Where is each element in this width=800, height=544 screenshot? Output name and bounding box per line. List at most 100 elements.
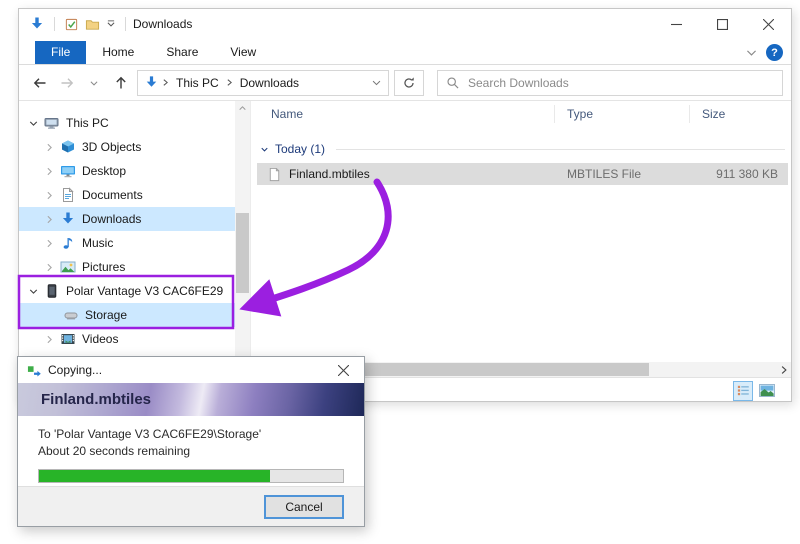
file-icon	[267, 167, 282, 182]
progress-fill	[39, 470, 270, 482]
file-type: MBTILES File	[557, 167, 694, 181]
dialog-close-button[interactable]	[330, 357, 356, 383]
scroll-right-icon[interactable]	[776, 362, 791, 377]
close-button[interactable]	[745, 9, 791, 39]
group-divider	[336, 149, 785, 150]
scroll-up-icon[interactable]	[235, 101, 250, 116]
downloads-icon	[60, 211, 76, 227]
column-header-type[interactable]: Type	[555, 105, 690, 123]
group-collapse-icon[interactable]	[259, 144, 270, 155]
sidebar-item-label: This PC	[63, 116, 109, 130]
sidebar-item-label: Desktop	[79, 164, 126, 178]
address-bar[interactable]: This PC Downloads	[137, 70, 389, 96]
sidebar-item-music[interactable]: Music	[19, 231, 235, 255]
sidebar-item-this-pc[interactable]: This PC	[19, 111, 235, 135]
sidebar-item-storage[interactable]: Storage	[19, 303, 235, 327]
breadcrumb-chevron-icon	[161, 78, 170, 87]
sidebar-item-polar-vantage[interactable]: Polar Vantage V3 CAC6FE29	[19, 279, 235, 303]
tab-home[interactable]: Home	[86, 41, 150, 64]
file-row-finland-mbtiles[interactable]: Finland.mbtiles MBTILES File 911 380 KB	[257, 163, 788, 185]
pictures-icon	[60, 259, 76, 275]
sidebar-item-3d-objects[interactable]: 3D Objects	[19, 135, 235, 159]
details-view-button[interactable]	[733, 381, 753, 401]
sidebar-item-label: Documents	[79, 188, 143, 202]
title-bar: Downloads	[19, 9, 791, 39]
sidebar-item-downloads[interactable]: Downloads	[19, 207, 235, 231]
sidebar-scrollbar-thumb[interactable]	[236, 213, 249, 293]
sidebar-item-label: Downloads	[79, 212, 141, 226]
copy-destination: To 'Polar Vantage V3 CAC6FE29\Storage'	[38, 426, 344, 443]
chevron-right-icon[interactable]	[43, 165, 56, 178]
tab-view[interactable]: View	[214, 41, 272, 64]
sidebar-item-label: Music	[79, 236, 113, 250]
breadcrumb-this-pc[interactable]: This PC	[172, 76, 223, 90]
expand-ribbon-icon[interactable]	[745, 46, 758, 59]
desktop-icon	[60, 163, 76, 179]
chevron-right-icon[interactable]	[43, 189, 56, 202]
recent-locations-icon[interactable]	[83, 72, 105, 94]
sidebar-item-documents[interactable]: Documents	[19, 183, 235, 207]
sidebar-item-label: Pictures	[79, 260, 125, 274]
sidebar-item-label: Polar Vantage V3 CAC6FE29	[63, 284, 223, 298]
videos-icon	[60, 331, 76, 347]
chevron-right-icon[interactable]	[43, 141, 56, 154]
file-size: 911 380 KB	[694, 167, 788, 181]
storage-drive-icon	[63, 307, 79, 323]
window-title: Downloads	[133, 17, 192, 31]
sidebar-item-videos[interactable]: Videos	[19, 327, 235, 351]
thumbnail-view-button[interactable]	[757, 381, 777, 401]
sidebar-item-desktop[interactable]: Desktop	[19, 159, 235, 183]
help-icon[interactable]: ?	[766, 44, 783, 61]
sidebar-scrollbar[interactable]	[235, 101, 250, 377]
copy-dialog-title-bar: Copying...	[18, 357, 364, 383]
file-name: Finland.mbtiles	[289, 167, 370, 181]
chevron-right-icon[interactable]	[43, 333, 56, 346]
copy-dialog-banner: Finland.mbtiles	[18, 383, 364, 416]
sidebar-item-label: 3D Objects	[79, 140, 141, 154]
thumbnail-view-icon	[759, 384, 775, 397]
chevron-right-icon[interactable]	[43, 237, 56, 250]
qat-folder-icon[interactable]	[85, 17, 100, 32]
breadcrumb-downloads[interactable]: Downloads	[236, 76, 303, 90]
forward-button[interactable]	[56, 72, 78, 94]
downloads-window-icon	[29, 16, 45, 32]
chevron-down-icon[interactable]	[27, 117, 40, 130]
divider	[125, 17, 126, 31]
maximize-button[interactable]	[699, 9, 745, 39]
quick-access-toolbar	[29, 16, 129, 32]
tab-file[interactable]: File	[35, 41, 86, 64]
address-dropdown-icon[interactable]	[371, 77, 382, 88]
copy-dialog-title: Copying...	[48, 363, 102, 377]
details-view-icon	[736, 383, 751, 398]
copying-icon	[27, 363, 42, 378]
divider	[54, 17, 55, 31]
up-button[interactable]	[110, 72, 132, 94]
downloads-folder-icon	[144, 75, 159, 90]
copying-file-name: Finland.mbtiles	[41, 391, 151, 408]
portable-device-icon	[44, 283, 60, 299]
breadcrumb-chevron-icon	[225, 78, 234, 87]
minimize-button[interactable]	[653, 9, 699, 39]
column-header-name[interactable]: Name	[251, 105, 555, 123]
address-bar-row: This PC Downloads	[19, 65, 791, 101]
column-header-size[interactable]: Size	[690, 105, 791, 123]
chevron-right-icon[interactable]	[43, 213, 56, 226]
chevron-down-icon[interactable]	[27, 285, 40, 298]
group-header-today[interactable]: Today (1)	[259, 139, 785, 159]
qat-dropdown-icon[interactable]	[106, 19, 116, 29]
refresh-button[interactable]	[394, 70, 424, 96]
chevron-right-icon[interactable]	[43, 261, 56, 274]
sidebar-item-label: Videos	[79, 332, 118, 346]
3d-cube-icon	[60, 139, 76, 155]
search-input[interactable]	[468, 76, 774, 90]
file-list-pane: Name Type Size Today (1) Finland.mbtiles…	[250, 101, 791, 377]
refresh-icon	[402, 76, 416, 90]
copy-dialog-footer: Cancel	[18, 486, 364, 526]
sidebar-item-label: Storage	[82, 308, 127, 322]
back-button[interactable]	[29, 72, 51, 94]
qat-checkbox-icon[interactable]	[64, 17, 79, 32]
cancel-button[interactable]: Cancel	[264, 495, 344, 519]
sidebar-item-pictures[interactable]: Pictures	[19, 255, 235, 279]
tab-share[interactable]: Share	[150, 41, 214, 64]
progress-bar	[38, 469, 344, 483]
